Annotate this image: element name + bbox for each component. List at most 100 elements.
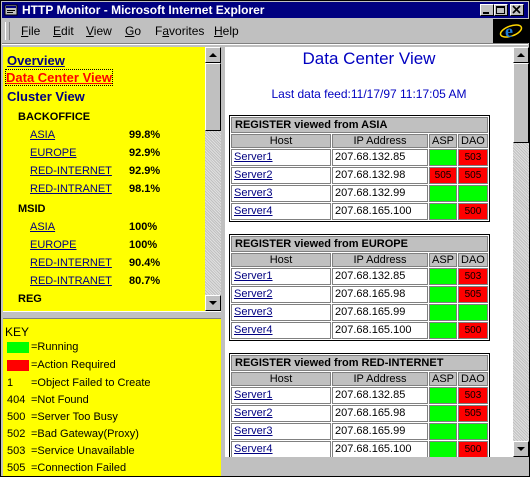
nav-region-link[interactable]: ASIA: [30, 129, 55, 141]
asp-status-cell: [429, 185, 458, 202]
scroll-thumb[interactable]: [205, 63, 221, 131]
server-link[interactable]: Server3: [231, 185, 331, 202]
asp-status-cell: [429, 387, 458, 404]
scroll-down-button[interactable]: [205, 295, 221, 311]
server-link[interactable]: Server1: [231, 387, 331, 404]
main-scrollbar[interactable]: [513, 47, 529, 457]
asp-status-cell: [429, 304, 458, 321]
table-row: Server3 207.68.165.99: [231, 304, 488, 321]
main-scroll-thumb[interactable]: [513, 63, 529, 143]
server-link[interactable]: Server4: [231, 203, 331, 220]
key-code-description: =Server Too Busy: [31, 411, 118, 423]
nav-datacenter-link[interactable]: Data Center View: [5, 69, 113, 86]
ip-address: 207.68.132.85: [332, 387, 428, 404]
nav-region-percent: 92.9%: [129, 147, 161, 159]
server-link[interactable]: Server4: [231, 322, 331, 339]
key-code: 1: [7, 377, 14, 389]
dao-status-cell: 503: [458, 149, 488, 166]
key-code-description: =Object Failed to Create: [31, 377, 151, 389]
key-code-description: =Connection Failed: [31, 462, 127, 474]
menu-favorites[interactable]: Favorites: [155, 24, 204, 38]
ie-logo-icon: e: [499, 21, 523, 41]
dao-status-cell: 500: [458, 203, 488, 220]
key-title: KEY: [5, 325, 30, 339]
maximize-button[interactable]: [494, 4, 508, 16]
dao-status-cell: 505: [458, 405, 488, 422]
left-frame: Overview Data Center View Cluster View B…: [3, 47, 221, 476]
column-header: ASP: [429, 372, 458, 386]
nav-region-link[interactable]: RED-INTRANET: [30, 275, 112, 287]
scroll-up-button[interactable]: [205, 47, 221, 63]
nav-region-link[interactable]: RED-INTERNET: [30, 257, 112, 269]
nav-region-percent: 98.1%: [129, 183, 161, 195]
nav-region-percent: 80.7%: [129, 275, 161, 287]
asp-status-cell: [429, 203, 458, 220]
dao-status-cell: 505: [458, 167, 488, 184]
table-caption: REGISTER viewed from ASIA: [231, 117, 488, 133]
nav-region-percent: 100%: [129, 239, 158, 251]
key-running: =Running: [31, 341, 79, 353]
minimize-button[interactable]: [480, 4, 494, 16]
close-icon: [512, 5, 521, 14]
key-code: 503: [7, 445, 26, 457]
menu-go[interactable]: Go: [125, 24, 141, 38]
arrow-up-icon: [209, 53, 217, 57]
nav-region-link[interactable]: RED-INTERNET: [30, 165, 112, 177]
main-scroll-up-button[interactable]: [513, 47, 529, 63]
maximize-icon: [496, 6, 505, 14]
ip-address: 207.68.165.98: [332, 405, 428, 422]
nav-region-link[interactable]: EUROPE: [30, 239, 76, 251]
asp-status-cell: [429, 268, 458, 285]
column-header: IP Address: [332, 372, 428, 386]
server-link[interactable]: Server1: [231, 268, 331, 285]
menu-view[interactable]: View: [86, 24, 112, 38]
ip-address: 207.68.165.100: [332, 203, 428, 220]
server-link[interactable]: Server4: [231, 441, 331, 457]
dao-status-cell: 503: [458, 387, 488, 404]
server-link[interactable]: Server2: [231, 286, 331, 303]
menu-file[interactable]: File: [21, 24, 40, 38]
key-code: 505: [7, 462, 26, 474]
ip-address: 207.68.132.98: [332, 167, 428, 184]
server-link[interactable]: Server3: [231, 423, 331, 440]
column-header: IP Address: [332, 253, 428, 267]
ip-address: 207.68.132.99: [332, 185, 428, 202]
nav-region-link[interactable]: EUROPE: [30, 147, 76, 159]
asp-status-cell: [429, 405, 458, 422]
svg-text:e: e: [505, 21, 513, 41]
column-header: ASP: [429, 253, 458, 267]
table-caption: REGISTER viewed from EUROPE: [231, 236, 488, 252]
ip-address: 207.68.165.99: [332, 304, 428, 321]
frame-divider[interactable]: [3, 311, 221, 319]
window-title: HTTP Monitor - Microsoft Internet Explor…: [22, 3, 265, 17]
action-swatch: [7, 360, 29, 371]
nav-region-percent: 99.8%: [129, 129, 161, 141]
ip-address: 207.68.165.100: [332, 322, 428, 339]
nav-region-percent: 90.4%: [129, 257, 161, 269]
server-link[interactable]: Server1: [231, 149, 331, 166]
ip-address: 207.68.165.99: [332, 423, 428, 440]
asp-status-cell: [429, 423, 458, 440]
nav-overview-link[interactable]: Overview: [7, 53, 65, 68]
server-link[interactable]: Server3: [231, 304, 331, 321]
menu-bar: File Edit View Go Favorites Help: [2, 19, 492, 43]
main-scroll-down-button[interactable]: [513, 441, 529, 457]
column-header: IP Address: [332, 134, 428, 148]
server-link[interactable]: Server2: [231, 167, 331, 184]
table-caption: REGISTER viewed from RED-INTERNET: [231, 355, 488, 371]
title-bar: HTTP Monitor - Microsoft Internet Explor…: [2, 2, 528, 18]
menu-help[interactable]: Help: [214, 24, 239, 38]
column-header: ASP: [429, 134, 458, 148]
nav-group-heading: MSID: [18, 203, 46, 215]
ip-address: 207.68.165.98: [332, 286, 428, 303]
nav-scrollbar[interactable]: [205, 47, 221, 311]
close-button[interactable]: [510, 4, 524, 16]
key-code: 502: [7, 428, 26, 440]
server-link[interactable]: Server2: [231, 405, 331, 422]
nav-region-link[interactable]: ASIA: [30, 221, 55, 233]
nav-region-percent: 92.9%: [129, 165, 161, 177]
menu-edit[interactable]: Edit: [53, 24, 74, 38]
dao-status-cell: [458, 185, 488, 202]
key-action: =Action Required: [31, 359, 116, 371]
nav-region-link[interactable]: RED-INTRANET: [30, 183, 112, 195]
